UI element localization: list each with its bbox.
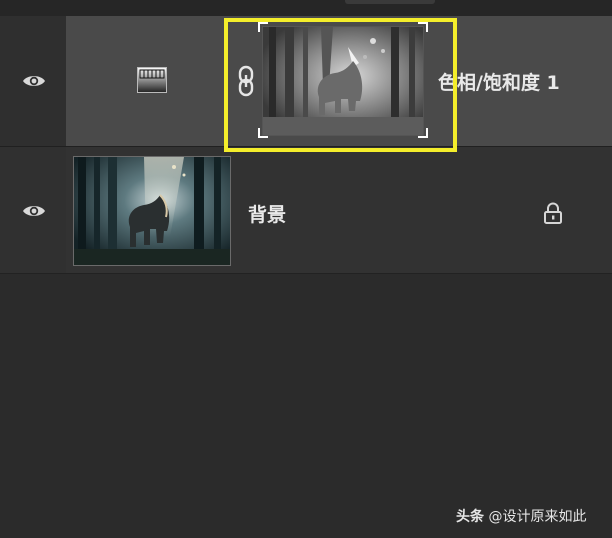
watermark-brand: 头条: [456, 509, 484, 525]
background-layer-thumbnail[interactable]: [73, 156, 231, 266]
panel-top-bar: [0, 0, 612, 16]
visibility-column: [0, 16, 67, 146]
lock-icon[interactable]: [543, 202, 563, 224]
hue-saturation-adjustment-icon[interactable]: [137, 67, 167, 93]
tab-indicator: [345, 0, 435, 4]
watermark: 头条 @设计原来如此: [456, 506, 586, 526]
layer-name-label[interactable]: 背景: [248, 200, 286, 227]
eye-icon[interactable]: [22, 73, 46, 89]
eye-icon[interactable]: [22, 203, 46, 219]
layer-row-background[interactable]: 背景: [0, 147, 612, 274]
visibility-column: [0, 147, 67, 273]
watermark-handle: @设计原来如此: [488, 509, 587, 525]
highlight-annotation-box: [224, 18, 457, 152]
